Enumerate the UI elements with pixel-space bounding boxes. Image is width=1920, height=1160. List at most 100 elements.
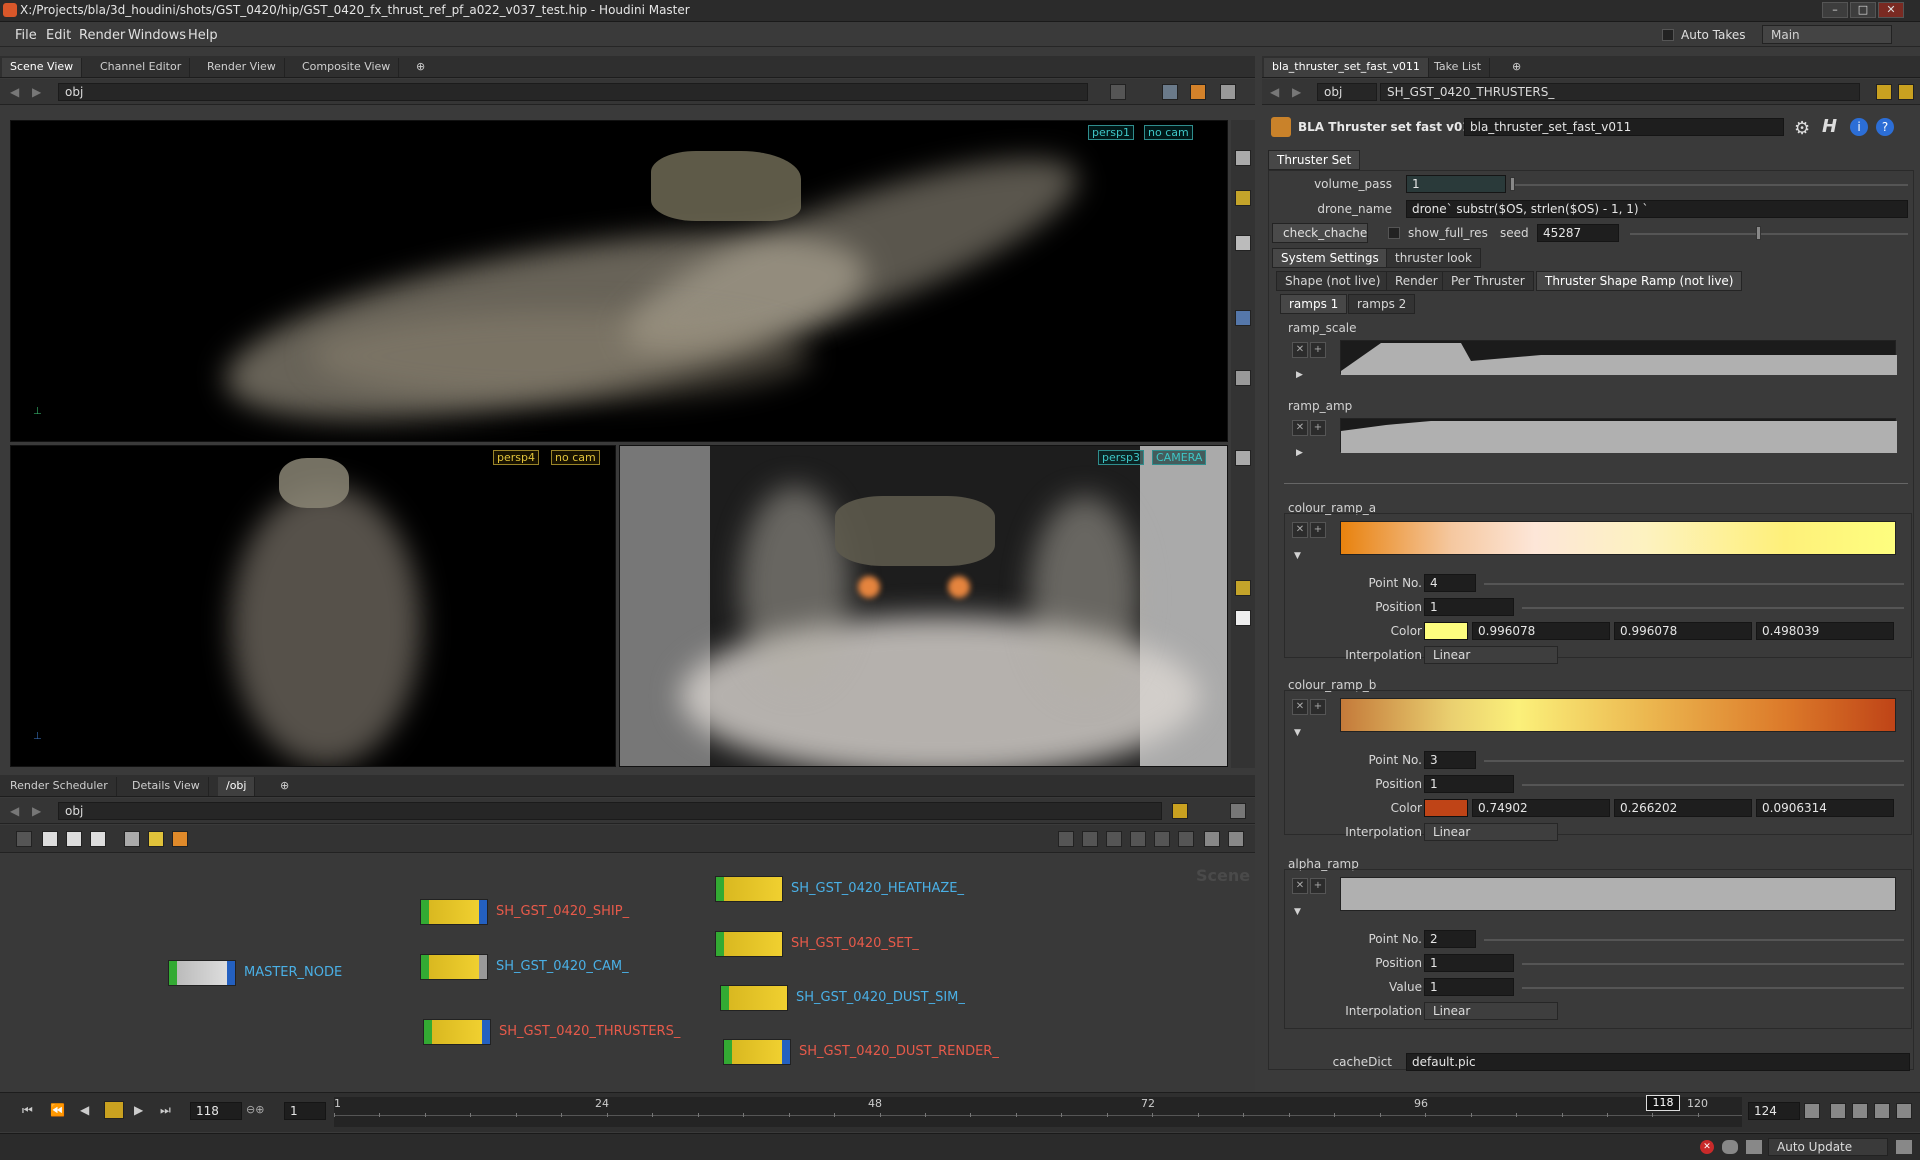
tab-thruster-shape-ramp[interactable]: Thruster Shape Ramp (not live) xyxy=(1536,271,1743,291)
ramp-scale-editor[interactable] xyxy=(1340,340,1897,375)
volume-pass-field[interactable]: 1 xyxy=(1406,175,1506,193)
auto-update-select[interactable]: Auto Update xyxy=(1768,1138,1888,1156)
align-icon[interactable] xyxy=(1058,831,1074,847)
step-back-icon[interactable]: ⏪ xyxy=(50,1103,65,1117)
pin-icon[interactable] xyxy=(1876,84,1892,100)
forward-arrow-icon[interactable]: ▶ xyxy=(32,85,41,99)
colour-ramp-a-g[interactable]: 0.996078 xyxy=(1614,622,1752,640)
forward-arrow-icon[interactable]: ▶ xyxy=(1292,85,1301,99)
camera-icon[interactable] xyxy=(1235,370,1251,386)
viewport-top[interactable]: persp1 no cam ⊥ xyxy=(10,120,1228,442)
folder-thruster-set[interactable]: Thruster Set xyxy=(1268,150,1361,170)
audio-icon[interactable] xyxy=(1830,1103,1846,1119)
colour-ramp-b-swatch[interactable] xyxy=(1424,799,1468,817)
tab-render[interactable]: Render xyxy=(1386,271,1447,291)
ramp-collapse-icon[interactable]: ▼ xyxy=(1294,728,1301,738)
image-icon[interactable] xyxy=(124,831,140,847)
node-body[interactable] xyxy=(423,1019,491,1045)
tab-system-settings[interactable]: System Settings xyxy=(1272,248,1388,268)
colour-ramp-a-gradient[interactable] xyxy=(1340,521,1896,555)
ramp-add-icon[interactable]: + xyxy=(1310,699,1326,715)
tab-thruster-look[interactable]: thruster look xyxy=(1386,248,1481,268)
step-field[interactable]: 1 xyxy=(284,1102,326,1120)
shading-icon[interactable] xyxy=(1190,84,1206,100)
tab-per-thruster[interactable]: Per Thruster xyxy=(1442,271,1534,291)
back-arrow-icon[interactable]: ◀ xyxy=(1270,85,1279,99)
show-full-res-checkbox[interactable] xyxy=(1388,227,1400,239)
point-no-slider[interactable] xyxy=(1484,939,1904,941)
ramp-amp-editor[interactable] xyxy=(1340,418,1897,453)
param-root-field[interactable]: obj xyxy=(1317,83,1377,101)
point-no-slider[interactable] xyxy=(1484,583,1904,585)
link-icon[interactable] xyxy=(1898,84,1914,100)
position-slider[interactable] xyxy=(1522,963,1904,965)
sphere-icon[interactable] xyxy=(1235,235,1251,251)
ramp-add-icon[interactable]: + xyxy=(1310,342,1326,358)
network-editor[interactable]: Scene MASTER_NODE SH_GST_0420_SHIP_ SH_G… xyxy=(0,854,1255,1092)
viewport-top-nocam-button[interactable]: no cam xyxy=(1144,125,1193,140)
ramp-add-icon[interactable]: + xyxy=(1310,522,1326,538)
cube-icon[interactable] xyxy=(1162,84,1178,100)
layout-icon[interactable] xyxy=(1220,84,1236,100)
colour-ramp-a-swatch[interactable] xyxy=(1424,622,1468,640)
alpha-ramp-editor[interactable] xyxy=(1340,877,1896,911)
arrange-icon[interactable] xyxy=(1130,831,1146,847)
point-no-slider[interactable] xyxy=(1484,760,1904,762)
volume-pass-slider[interactable] xyxy=(1512,184,1908,186)
node-body[interactable] xyxy=(168,960,236,986)
colour-ramp-b-g[interactable]: 0.266202 xyxy=(1614,799,1752,817)
ramp-collapse-icon[interactable]: ▼ xyxy=(1294,551,1301,561)
menu-edit[interactable]: Edit xyxy=(46,28,71,43)
desktop-select[interactable]: Main xyxy=(1762,25,1892,44)
add-tab-icon[interactable]: ⊕ xyxy=(408,58,433,77)
viewport-bl-cam-button[interactable]: persp4 xyxy=(493,450,539,465)
tab-obj[interactable]: /obj xyxy=(218,777,256,796)
stop-button[interactable] xyxy=(104,1101,124,1119)
grid-points-icon[interactable] xyxy=(1178,831,1194,847)
ramp-add-icon[interactable]: + xyxy=(1310,878,1326,894)
tab-details-view[interactable]: Details View xyxy=(124,777,209,796)
error-icon[interactable]: ✕ xyxy=(1700,1140,1714,1154)
value-slider[interactable] xyxy=(1522,987,1904,989)
ghost-icon[interactable] xyxy=(1235,580,1251,596)
ramp-delete-icon[interactable]: ✕ xyxy=(1292,420,1308,436)
ramp-expand-icon[interactable]: ▶ xyxy=(1296,448,1303,458)
auto-takes-checkbox[interactable] xyxy=(1662,29,1674,41)
update-icon[interactable] xyxy=(1746,1140,1762,1154)
back-arrow-icon[interactable]: ◀ xyxy=(10,85,19,99)
seed-field[interactable]: 45287 xyxy=(1537,224,1619,242)
asset-name-field[interactable]: bla_thruster_set_fast_v011 xyxy=(1464,118,1784,136)
light-icon[interactable] xyxy=(1235,190,1251,206)
back-arrow-icon[interactable]: ◀ xyxy=(10,804,19,818)
viewport-top-cam-button[interactable]: persp1 xyxy=(1088,125,1134,140)
menu-file[interactable]: File xyxy=(15,28,37,43)
close-button[interactable]: ✕ xyxy=(1878,2,1904,18)
frame-step-icon[interactable]: ⊖⊕ xyxy=(246,1103,264,1116)
tab-render-view[interactable]: Render View xyxy=(199,58,285,77)
pin-icon[interactable] xyxy=(1172,803,1188,819)
ramp-add-icon[interactable]: + xyxy=(1310,420,1326,436)
tab-composite-view[interactable]: Composite View xyxy=(294,58,400,77)
add-tab-icon[interactable]: ⊕ xyxy=(272,777,297,796)
snap-icon[interactable] xyxy=(1106,831,1122,847)
ramp-delete-icon[interactable]: ✕ xyxy=(1292,878,1308,894)
scene-path-field[interactable]: obj xyxy=(58,83,1088,101)
display-icon[interactable] xyxy=(1235,450,1251,466)
drone-name-field[interactable]: drone` substr($OS, strlen($OS) - 1, 1) ` xyxy=(1406,200,1908,218)
alpha-ramp-value[interactable]: 1 xyxy=(1424,978,1514,996)
snap-icon[interactable] xyxy=(1235,150,1251,166)
maximize-pane-icon[interactable] xyxy=(1896,1140,1912,1154)
forward-arrow-icon[interactable]: ▶ xyxy=(32,804,41,818)
position-slider[interactable] xyxy=(1522,607,1904,609)
current-frame-marker[interactable]: 118 xyxy=(1646,1095,1680,1111)
tab-shape[interactable]: Shape (not live) xyxy=(1276,271,1390,291)
eye-icon[interactable] xyxy=(1235,610,1251,626)
colour-ramp-b-interpolation[interactable]: Linear xyxy=(1424,823,1558,841)
global-icon[interactable] xyxy=(1874,1103,1890,1119)
tab-scene-view[interactable]: Scene View xyxy=(2,58,83,77)
colour-ramp-b-gradient[interactable] xyxy=(1340,698,1896,732)
colour-ramp-b-point-no[interactable]: 3 xyxy=(1424,751,1476,769)
colour-ramp-a-r[interactable]: 0.996078 xyxy=(1472,622,1610,640)
note-icon[interactable] xyxy=(148,831,164,847)
list-icon[interactable] xyxy=(16,831,32,847)
